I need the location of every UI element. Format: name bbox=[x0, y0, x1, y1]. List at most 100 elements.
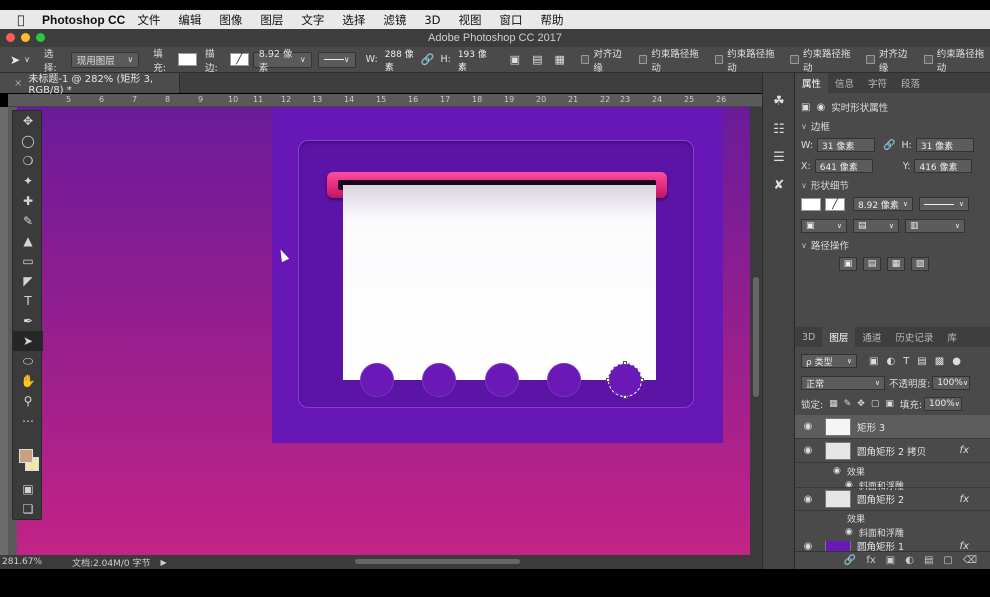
path-selection-icon[interactable]: ➤ bbox=[10, 53, 20, 67]
menu-help[interactable]: 帮助 bbox=[541, 12, 564, 28]
chevron-right-icon[interactable]: ▶ bbox=[161, 558, 167, 567]
shape-height-field[interactable]: 31 像素 bbox=[915, 138, 974, 152]
pen-tool-icon[interactable]: ✒ bbox=[13, 311, 43, 331]
marquee-tool-icon[interactable]: ◯ bbox=[13, 131, 43, 151]
visibility-eye-icon[interactable]: ◉ bbox=[799, 541, 817, 551]
circle-cutout[interactable] bbox=[422, 363, 456, 397]
gradient-tool-icon[interactable]: ◤ bbox=[13, 271, 43, 291]
layer-filter-dropdown[interactable]: ρ 类型 ∨ bbox=[801, 354, 857, 368]
circle-cutout[interactable] bbox=[360, 363, 394, 397]
menu-type[interactable]: 文字 bbox=[301, 12, 324, 28]
smart-object-filter-icon[interactable]: ▩ bbox=[935, 356, 944, 367]
intersect-shape-icon[interactable]: ▦ bbox=[887, 257, 905, 271]
more-tools-icon[interactable]: ⋯ bbox=[13, 411, 43, 431]
shape-x-field[interactable]: 641 像素 bbox=[814, 159, 873, 173]
document-info[interactable]: 文档:2.04M/0 字节 bbox=[72, 556, 150, 569]
shape-y-field[interactable]: 416 像素 bbox=[914, 159, 973, 173]
menu-select[interactable]: 选择 bbox=[342, 12, 365, 28]
ellipse-tool-icon[interactable]: ⬭ bbox=[13, 351, 43, 371]
adjustments-icon[interactable]: ☘ bbox=[763, 87, 795, 115]
combine-shapes-icon[interactable]: ▣ bbox=[839, 257, 857, 271]
layer-row[interactable]: ◉ 圆角矩形 2 fx bbox=[795, 487, 990, 511]
lock-position-icon[interactable]: ✥ bbox=[857, 399, 865, 409]
hand-tool-icon[interactable]: ✋ bbox=[13, 371, 43, 391]
anchor-point[interactable] bbox=[623, 395, 627, 399]
shape-stroke-type[interactable]: ∨ bbox=[919, 197, 969, 211]
stamp-tool-icon[interactable]: ▲ bbox=[13, 231, 43, 251]
visibility-eye-icon[interactable]: ◉ bbox=[799, 445, 817, 456]
document-tab[interactable]: × 未标题-1 @ 282% (矩形 3, RGB/8) * bbox=[0, 73, 180, 96]
minimize-window-button[interactable] bbox=[21, 33, 30, 42]
shape-fill-swatch[interactable] bbox=[801, 197, 821, 211]
close-window-button[interactable] bbox=[6, 33, 15, 42]
move-tool-icon[interactable]: ✥ bbox=[13, 111, 43, 131]
stroke-type-dropdown[interactable]: ∨ bbox=[317, 51, 356, 68]
stroke-caps-dropdown[interactable]: ▤ ∨ bbox=[853, 219, 899, 233]
path-arrangement-icon[interactable]: ▦ bbox=[554, 53, 564, 66]
zoom-window-button[interactable] bbox=[36, 33, 45, 42]
exclude-shape-icon[interactable]: ▧ bbox=[911, 257, 929, 271]
subtract-shape-icon[interactable]: ▤ bbox=[863, 257, 881, 271]
sliders-icon[interactable]: ☷ bbox=[763, 115, 795, 143]
menu-filter[interactable]: 滤镜 bbox=[383, 12, 406, 28]
menu-edit[interactable]: 编辑 bbox=[178, 12, 201, 28]
align-edges-checkbox-2[interactable]: 对齐边缘 bbox=[866, 46, 914, 74]
tab-properties[interactable]: 属性 bbox=[795, 73, 829, 93]
effects-eye-icon[interactable]: ◉ bbox=[833, 466, 841, 476]
fill-swatch[interactable] bbox=[178, 53, 197, 66]
filter-toggle-icon[interactable]: ● bbox=[952, 356, 961, 367]
link-icon[interactable]: 🔗 bbox=[421, 53, 435, 66]
horizontal-scrollbar-thumb[interactable] bbox=[355, 559, 520, 564]
type-tool-icon[interactable]: T bbox=[13, 291, 43, 311]
fill-opacity-field[interactable]: 100% ∨ bbox=[924, 397, 963, 411]
visibility-eye-icon[interactable]: ◉ bbox=[799, 421, 817, 432]
select-layer-dropdown[interactable]: 现用图层 ∨ bbox=[70, 51, 140, 68]
chevron-down-icon[interactable]: ∨ bbox=[24, 55, 30, 64]
link-layers-icon[interactable]: 🔗 bbox=[844, 555, 856, 566]
tab-info[interactable]: 信息 bbox=[828, 73, 861, 93]
shape-width-field[interactable]: 31 像素 bbox=[817, 138, 876, 152]
menu-file[interactable]: 文件 bbox=[137, 12, 160, 28]
path-operations-icon[interactable]: ▣ bbox=[510, 53, 520, 66]
eraser-tool-icon[interactable]: ▭ bbox=[13, 251, 43, 271]
height-field[interactable]: 193 像素 bbox=[453, 50, 496, 73]
adjustment-filter-icon[interactable]: ◐ bbox=[886, 356, 895, 367]
stroke-align-dropdown[interactable]: ▣ ∨ bbox=[801, 219, 847, 233]
menu-layer[interactable]: 图层 bbox=[260, 12, 283, 28]
effects-row[interactable]: ◉ 效果 bbox=[795, 464, 990, 478]
path-alignment-icon[interactable]: ▤ bbox=[532, 53, 542, 66]
layer-effects-icon[interactable]: fx bbox=[960, 494, 969, 505]
brush-tool-icon[interactable]: ✎ bbox=[13, 211, 43, 231]
image-filter-icon[interactable]: ▣ bbox=[869, 356, 878, 367]
visibility-eye-icon[interactable]: ◉ bbox=[799, 494, 817, 505]
type-filter-icon[interactable]: T bbox=[903, 356, 909, 367]
app-menu[interactable]: Photoshop CC bbox=[42, 13, 125, 27]
zoom-tool-icon[interactable]: ⚲ bbox=[13, 391, 43, 411]
layer-row[interactable]: ◉ 矩形 3 bbox=[795, 415, 990, 439]
anchor-point[interactable] bbox=[640, 378, 644, 382]
anchor-point[interactable] bbox=[623, 361, 627, 365]
tab-channels[interactable]: 通道 bbox=[855, 327, 888, 347]
bevel-eye-icon[interactable]: ◉ bbox=[845, 527, 853, 537]
constrain-path-checkbox-2[interactable]: 约束路径拖动 bbox=[714, 46, 781, 74]
healing-brush-icon[interactable]: ✚ bbox=[13, 191, 43, 211]
section-path-operations[interactable]: 路径操作 bbox=[795, 237, 990, 253]
effects-row[interactable]: 效果 bbox=[795, 511, 990, 525]
blend-mode-dropdown[interactable]: 正常 ∨ bbox=[801, 376, 885, 390]
screen-mode-icon[interactable]: ❏ bbox=[13, 499, 43, 519]
lock-all-icon[interactable]: ▣ bbox=[885, 399, 894, 409]
bevel-effect-row[interactable]: ◉ 斜面和浮雕 bbox=[795, 525, 990, 539]
layer-row[interactable]: ◉ 圆角矩形 1 fx bbox=[795, 541, 990, 551]
layer-row[interactable]: ◉ 圆角矩形 2 拷贝 fx bbox=[795, 439, 990, 463]
tab-3d[interactable]: 3D bbox=[795, 327, 822, 347]
quick-mask-icon[interactable]: ▣ bbox=[13, 479, 43, 499]
circle-cutout[interactable] bbox=[485, 363, 519, 397]
delete-layer-icon[interactable]: ⌫ bbox=[963, 555, 977, 566]
tab-history[interactable]: 历史记录 bbox=[888, 327, 940, 347]
menu-3d[interactable]: 3D bbox=[424, 13, 440, 27]
shape-stroke-width[interactable]: 8.92 像素 ∨ bbox=[853, 197, 913, 211]
apple-icon[interactable]:  bbox=[14, 13, 28, 27]
paper-sheet[interactable] bbox=[343, 185, 656, 380]
vertical-scrollbar[interactable] bbox=[750, 107, 762, 555]
circle-cutout[interactable] bbox=[547, 363, 581, 397]
